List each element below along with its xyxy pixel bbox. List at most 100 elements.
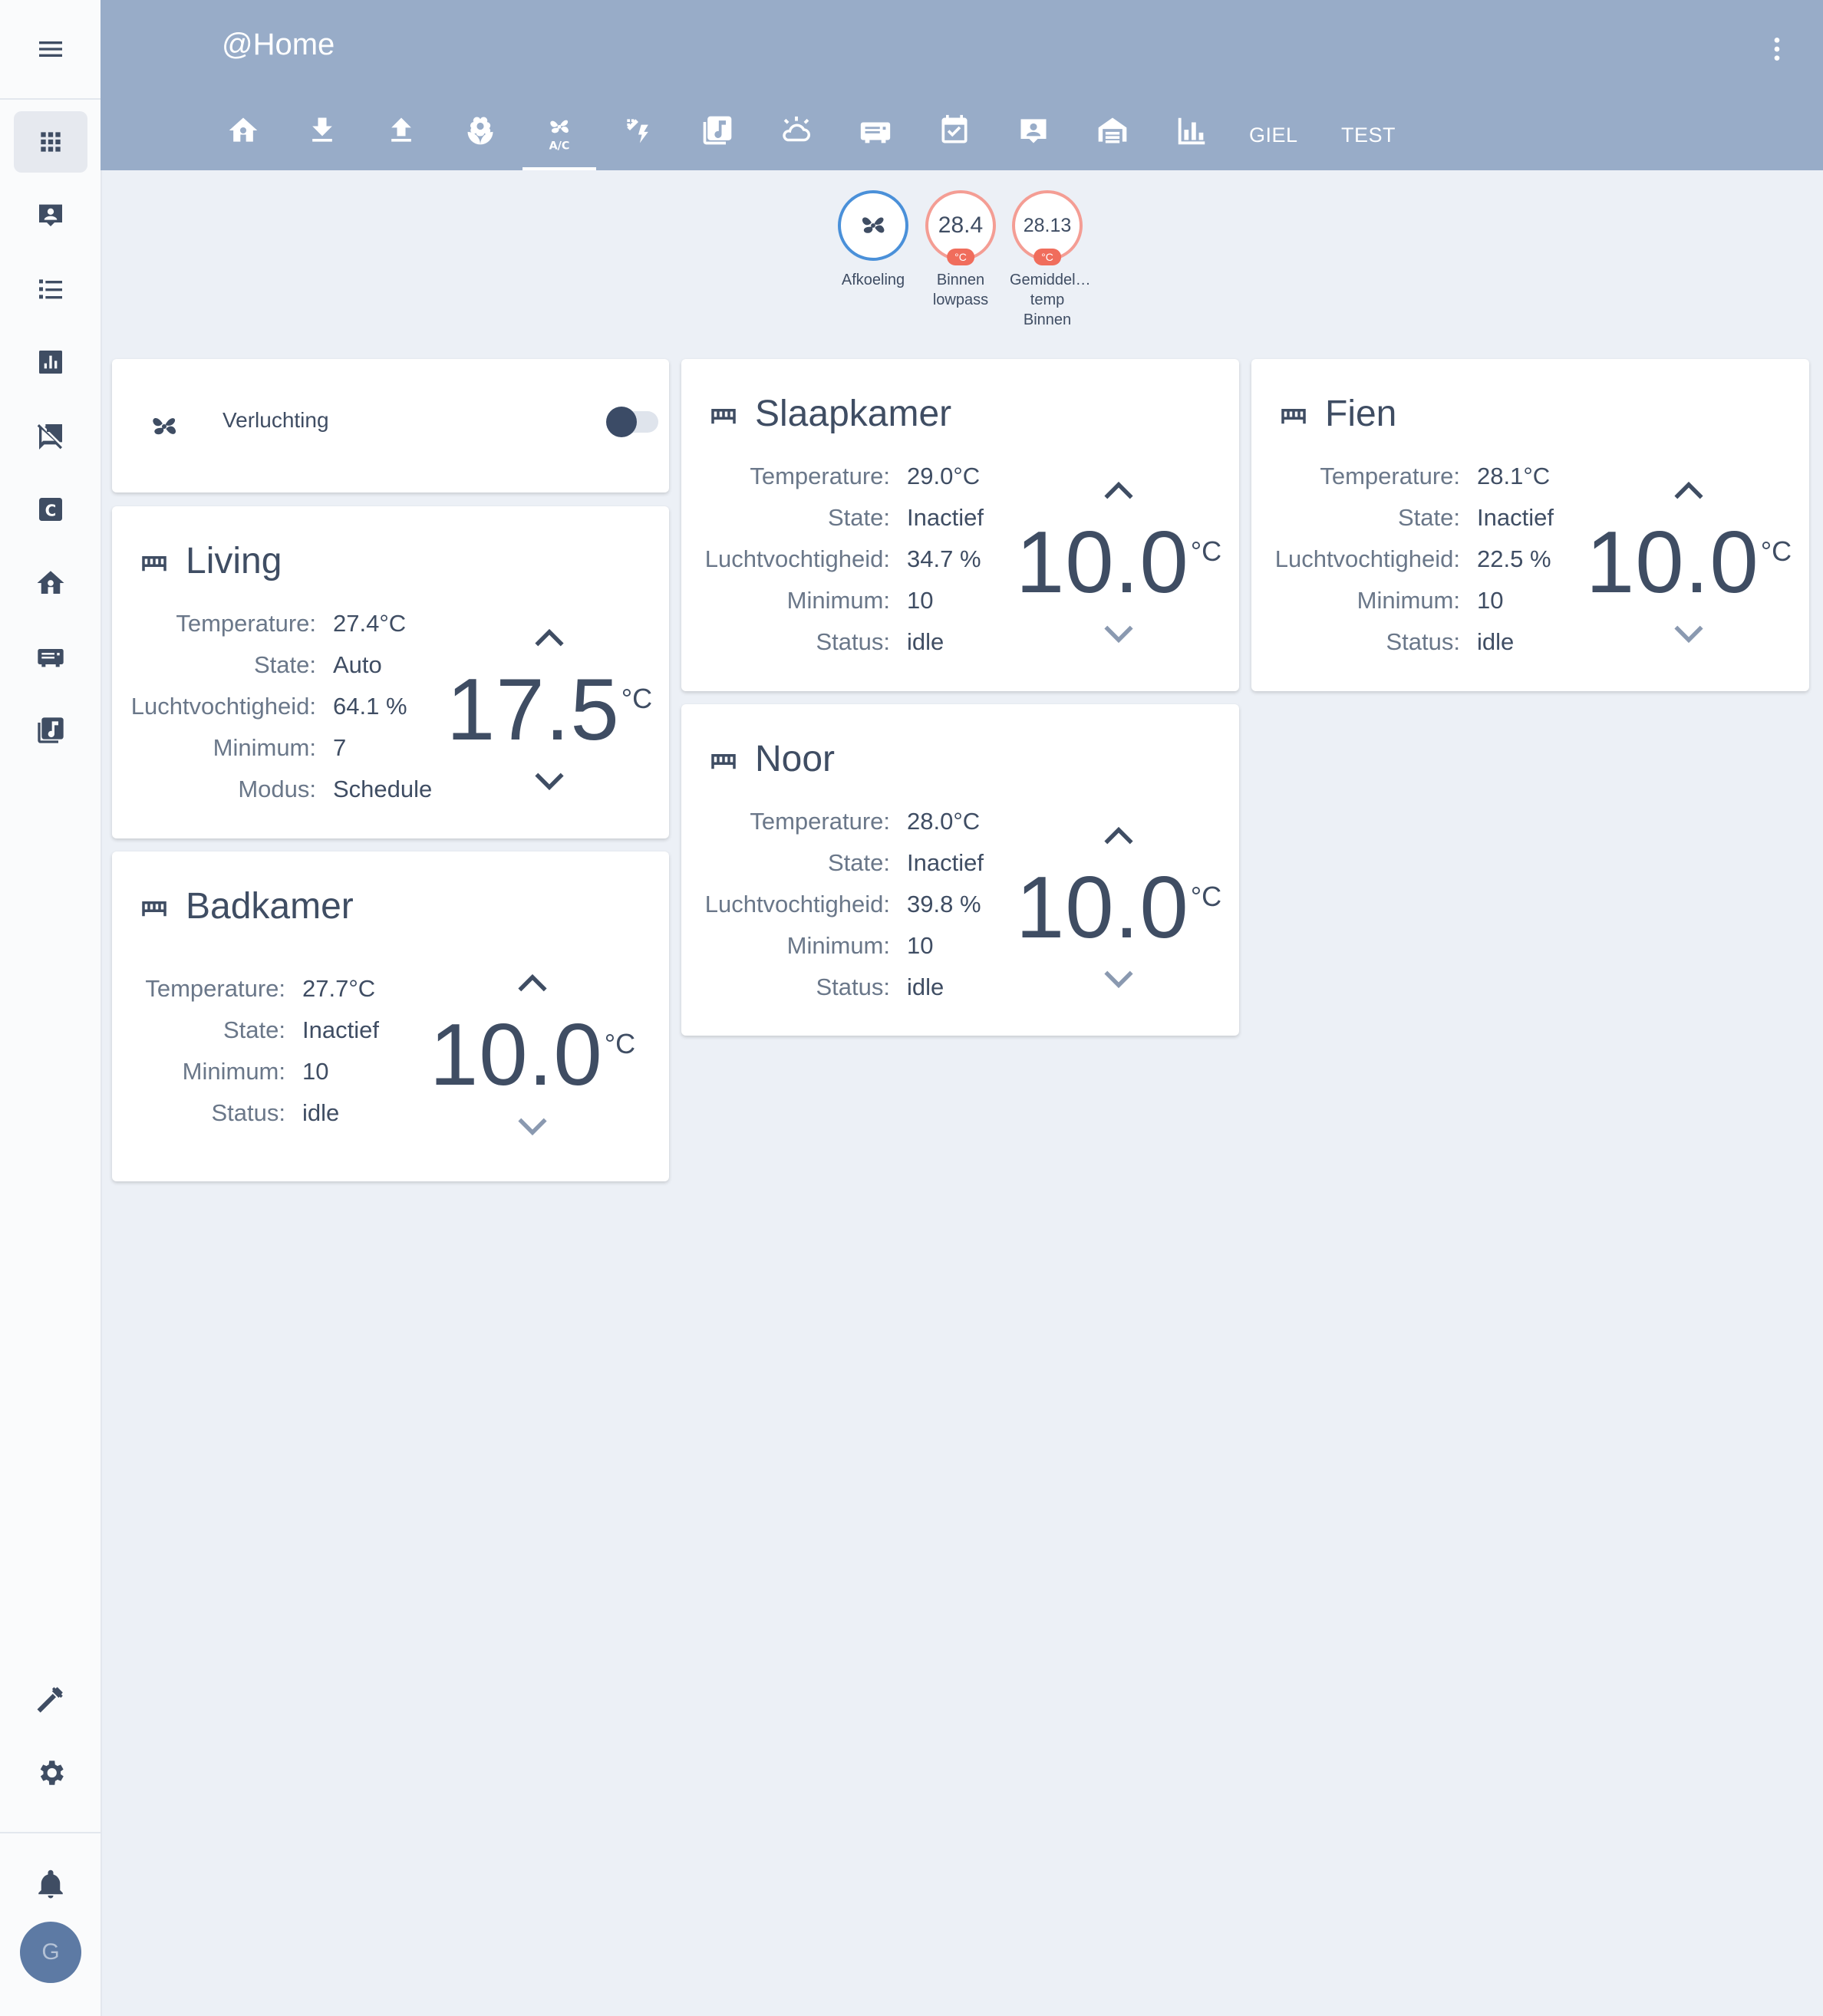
attribute-value: Auto xyxy=(333,651,382,678)
setpoint-display: 10.0°C xyxy=(1011,512,1226,613)
gear-icon xyxy=(40,1761,64,1785)
format-list-icon xyxy=(39,279,62,299)
attribute-key: Minimum: xyxy=(786,932,890,959)
decrease-button[interactable] xyxy=(530,767,569,798)
attribute-row: Status: idle xyxy=(695,621,984,663)
attribute-list: Temperature: 27.7°C State: Inactief Minimu… xyxy=(126,968,379,1134)
sidebar-item-person[interactable] xyxy=(14,184,87,245)
attribute-list: Temperature: 29.0°C State: Inactief Luchtv… xyxy=(695,456,984,663)
sidebar-item-music[interactable] xyxy=(14,700,87,761)
attribute-value: 27.4°C xyxy=(333,610,407,637)
sidebar-item-settings[interactable] xyxy=(14,1742,87,1804)
thermostat-card-slaapkamer: Slaapkamer Temperature: 29.0°C State: Inac… xyxy=(681,359,1239,691)
increase-button[interactable] xyxy=(1099,474,1138,505)
attribute-key: Status: xyxy=(816,973,891,1000)
sidebar-item-developer-tools[interactable] xyxy=(14,1668,87,1730)
receiver-icon xyxy=(860,122,891,143)
download-icon xyxy=(312,117,332,142)
tab-upload[interactable] xyxy=(364,111,438,170)
sidebar-item-receiver[interactable] xyxy=(14,626,87,687)
attribute-value: Inactief xyxy=(907,504,984,531)
chevron-down-icon xyxy=(535,772,564,791)
page-title: @Home xyxy=(222,28,335,61)
attribute-key: Minimum: xyxy=(786,587,890,614)
fan-toggle[interactable] xyxy=(606,407,658,437)
tab-calendar[interactable] xyxy=(918,111,991,170)
badge-ring: 28.4 °C xyxy=(925,190,996,265)
increase-button[interactable] xyxy=(530,621,569,652)
tab-garden[interactable] xyxy=(443,111,517,170)
decrease-button[interactable] xyxy=(513,1112,552,1143)
increase-button[interactable] xyxy=(1670,474,1708,505)
chevron-up-icon xyxy=(1674,481,1703,499)
fan-label: Verluchting xyxy=(223,408,329,432)
thermostat-card-noor: Noor Temperature: 28.0°C State: Inactief L… xyxy=(681,704,1239,1036)
tab-music[interactable] xyxy=(681,111,754,170)
chevron-up-icon xyxy=(1104,826,1133,845)
attribute-list: Temperature: 28.1°C State: Inactief Luchtv… xyxy=(1265,456,1554,663)
badge-afkoeling[interactable]: Afkoeling xyxy=(836,190,911,290)
tab-giel[interactable]: GIEL xyxy=(1249,111,1298,159)
badge-unit: °C xyxy=(1033,249,1061,265)
attribute-row: Temperature: 27.7°C xyxy=(126,968,379,1010)
tab-energy[interactable] xyxy=(602,111,675,170)
tab-test[interactable]: TEST xyxy=(1341,111,1396,159)
attribute-key: State: xyxy=(223,1016,285,1043)
badge-ring: 28.13 °C xyxy=(1012,190,1083,265)
sidebar-item-messages[interactable] xyxy=(14,405,87,466)
increase-button[interactable] xyxy=(513,967,552,997)
attribute-row: Status: idle xyxy=(126,1092,379,1134)
weather-partly-cloudy-icon xyxy=(783,116,810,142)
tab-garage[interactable] xyxy=(1076,111,1149,170)
tab-receiver[interactable] xyxy=(839,111,912,170)
tab-download[interactable] xyxy=(285,111,359,170)
sidebar-item-home[interactable] xyxy=(14,552,87,614)
attribute-value: 39.8 % xyxy=(907,891,981,917)
decrease-button[interactable] xyxy=(1670,620,1708,651)
badge-unit: °C xyxy=(947,249,974,265)
attribute-row: Temperature: 28.0°C xyxy=(695,801,984,842)
tab-weather[interactable] xyxy=(760,111,833,170)
increase-button[interactable] xyxy=(1099,819,1138,850)
music-box-icon xyxy=(703,116,732,145)
badge-binnen-lowpass[interactable]: 28.4 °C Binnen lowpass xyxy=(923,190,998,310)
notifications-button[interactable] xyxy=(14,1854,87,1916)
sidebar-item-c[interactable]: C xyxy=(14,479,87,540)
tab-statistics[interactable] xyxy=(1155,111,1228,170)
badge-label-line: Binnen xyxy=(936,272,985,288)
flower-icon xyxy=(467,117,493,145)
attribute-row: Status: idle xyxy=(1265,621,1554,663)
overflow-menu-button[interactable] xyxy=(1762,34,1792,64)
menu-button[interactable] xyxy=(14,18,87,80)
badge-label-line: Binnen xyxy=(1023,311,1072,328)
attribute-value: idle xyxy=(907,973,944,1000)
setpoint-control: 10.0°C xyxy=(1011,474,1226,644)
badge-label-line: temp xyxy=(1030,292,1065,308)
svg-text:C: C xyxy=(45,501,57,519)
attribute-row: Minimum: 10 xyxy=(126,1051,379,1092)
attribute-value: idle xyxy=(302,1099,340,1126)
attribute-value: 34.7 % xyxy=(907,545,981,572)
thermostat-card-badkamer: Badkamer Temperature: 27.7°C State: Inacti… xyxy=(112,852,669,1181)
avatar[interactable]: G xyxy=(20,1922,81,1983)
decrease-button[interactable] xyxy=(1099,965,1138,996)
card-header: Noor xyxy=(707,738,835,780)
setpoint-unit: °C xyxy=(1190,535,1222,567)
sidebar-item-history[interactable] xyxy=(14,331,87,393)
weather-lightning-icon xyxy=(627,119,648,143)
decrease-button[interactable] xyxy=(1099,620,1138,651)
attribute-value: 10 xyxy=(907,587,934,614)
sidebar-item-overview[interactable] xyxy=(14,111,87,173)
badge-gemiddelde-temp[interactable]: 28.13 °C Gemiddel… temp Binnen xyxy=(1010,190,1091,330)
card-title: Noor xyxy=(755,739,836,779)
tab-home[interactable] xyxy=(206,111,280,170)
attribute-value: 22.5 % xyxy=(1477,545,1551,572)
attribute-value: idle xyxy=(907,628,944,655)
setpoint-control: 17.5°C xyxy=(442,621,657,791)
tab-ac[interactable]: A/C xyxy=(523,111,596,170)
tab-person[interactable] xyxy=(997,111,1070,170)
sidebar-item-logbook[interactable] xyxy=(14,258,87,319)
badge-value: 28.13 xyxy=(1023,214,1072,236)
attribute-key: Temperature: xyxy=(145,975,285,1002)
attribute-row: State: Inactief xyxy=(695,842,984,884)
